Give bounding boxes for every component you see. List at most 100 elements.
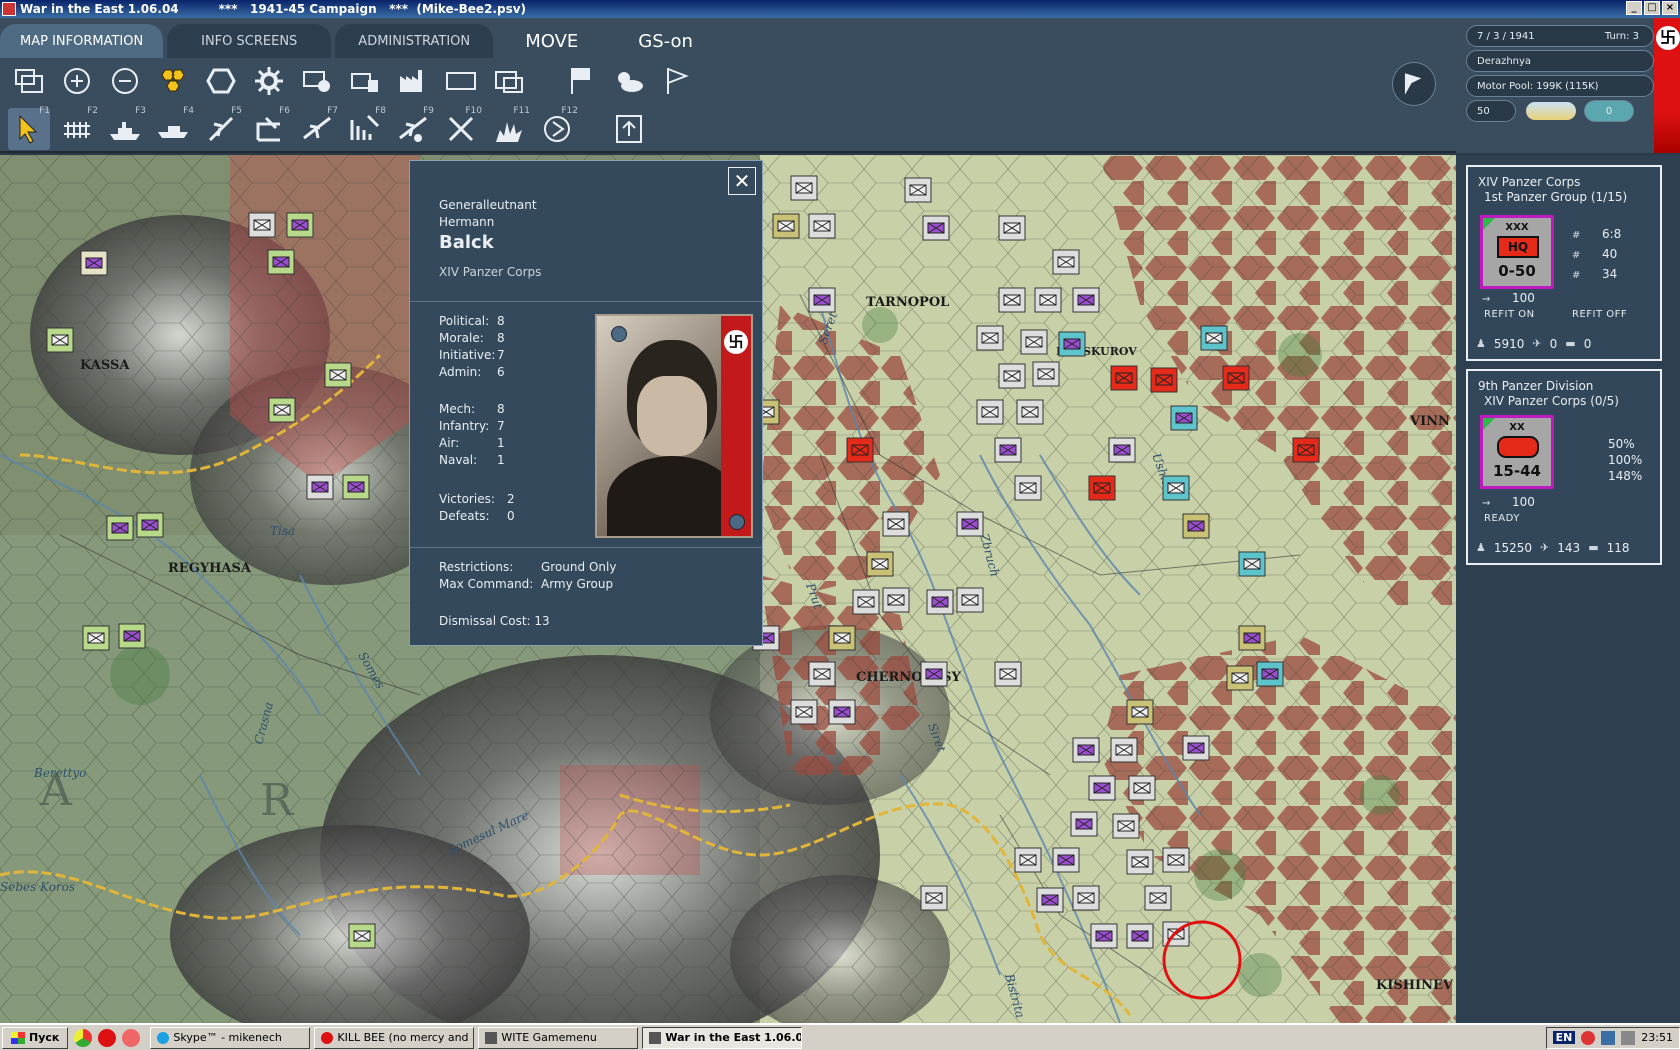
unit-counter[interactable] [882, 587, 910, 613]
unit-counter[interactable] [1238, 625, 1266, 651]
tray-icon-3[interactable] [1621, 1030, 1636, 1045]
unit-counter[interactable] [1126, 923, 1154, 949]
unit-counter[interactable] [306, 474, 334, 500]
unit-counter[interactable] [1162, 847, 1190, 873]
unit-counter[interactable] [828, 625, 856, 651]
task-kill-bee[interactable]: KILL BEE (no mercy and ... [314, 1026, 475, 1049]
supply-icon[interactable] [344, 60, 386, 102]
unit-counter[interactable] [1070, 811, 1098, 837]
unit-counter[interactable] [808, 213, 836, 239]
unit-counter[interactable] [926, 589, 954, 615]
unit-counter[interactable] [1052, 249, 1080, 275]
rail-icon[interactable]: F2 [56, 106, 98, 150]
factory-icon[interactable] [392, 60, 434, 102]
unit-counter[interactable] [1144, 885, 1172, 911]
unit-counter[interactable] [106, 515, 134, 541]
ready-button[interactable]: READY [1484, 513, 1520, 524]
unit-counter[interactable] [1016, 399, 1044, 425]
unit-counter[interactable] [82, 625, 110, 651]
task-skype[interactable]: Skype™ - mikenech [150, 1026, 311, 1049]
tray-icon-1[interactable] [1581, 1030, 1596, 1045]
unit-counter[interactable] [1036, 887, 1064, 913]
language-indicator[interactable]: EN [1552, 1031, 1576, 1044]
unit-counter[interactable] [348, 923, 376, 949]
unit-counter[interactable] [1112, 813, 1140, 839]
unit-counter[interactable] [1088, 475, 1116, 501]
unit-counter[interactable] [1128, 775, 1156, 801]
windows-icon[interactable] [8, 60, 50, 102]
unit-counter[interactable] [1226, 665, 1254, 691]
unit-counter[interactable] [324, 362, 352, 388]
unit-counter[interactable] [998, 363, 1026, 389]
unit-counter[interactable] [1088, 775, 1116, 801]
unit-counter[interactable] [1108, 437, 1136, 463]
air-drop-icon[interactable]: F9 [392, 106, 434, 150]
unit-counter[interactable] [1256, 661, 1284, 687]
chrome-icon[interactable] [74, 1028, 93, 1047]
upload-icon[interactable] [608, 108, 650, 150]
side-flag-button[interactable] [1392, 62, 1436, 106]
weather-icon[interactable] [608, 60, 650, 102]
unit-counter[interactable] [828, 699, 856, 725]
unit-counter[interactable] [1150, 367, 1178, 393]
unit-counter[interactable] [268, 397, 296, 423]
close-dialog-button[interactable]: ✕ [728, 167, 756, 195]
unit-counter[interactable] [248, 212, 276, 238]
unit-icon[interactable] [296, 60, 338, 102]
opera-icon[interactable] [98, 1028, 117, 1047]
unit-counter[interactable] [998, 287, 1026, 313]
unit-counter[interactable] [790, 699, 818, 725]
unit-counter[interactable] [976, 399, 1004, 425]
unit-counter[interactable] [998, 215, 1026, 241]
unit-counter[interactable] [1182, 735, 1210, 761]
unit-counter[interactable] [1014, 847, 1042, 873]
unit-counter[interactable] [846, 437, 874, 463]
unit-counter[interactable] [956, 511, 984, 537]
tab-move[interactable]: MOVE [497, 24, 606, 58]
pennant-icon[interactable] [656, 60, 698, 102]
zoc-icon[interactable] [200, 60, 242, 102]
unit-counter[interactable] [1090, 923, 1118, 949]
start-button[interactable]: Пуск [2, 1026, 69, 1049]
unit-counter[interactable] [1072, 287, 1100, 313]
unit-counter[interactable] [136, 512, 164, 538]
unit-counter[interactable] [994, 661, 1022, 687]
hex-icon[interactable] [152, 60, 194, 102]
unit-counter[interactable] [920, 885, 948, 911]
unit-counter[interactable] [1034, 287, 1062, 313]
unit-counter[interactable] [1072, 885, 1100, 911]
unit-counter[interactable] [1182, 513, 1210, 539]
unit-counter[interactable] [1072, 737, 1100, 763]
unit-counter[interactable]: XXX HQ 0-50 [1480, 215, 1554, 289]
explosion-icon[interactable]: F11 [488, 106, 530, 150]
minimize-button[interactable]: _ [1626, 1, 1642, 15]
tab-gs-on[interactable]: GS-on [610, 24, 721, 58]
unit-card-division[interactable]: 9th Panzer Division XIV Panzer Corps (0/… [1466, 369, 1662, 565]
close-window-button[interactable]: × [1662, 1, 1678, 15]
unit-counter[interactable] [1126, 699, 1154, 725]
unit-counter[interactable] [286, 212, 314, 238]
maximize-button[interactable]: □ [1644, 1, 1660, 15]
unit-counter[interactable] [772, 213, 800, 239]
air-transfer-icon[interactable]: F6 [248, 106, 290, 150]
unit-counter[interactable] [1014, 475, 1042, 501]
tab-map-information[interactable]: MAP INFORMATION [0, 24, 164, 58]
tab-administration[interactable]: ADMINISTRATION [335, 24, 494, 58]
unit-counter[interactable] [1032, 361, 1060, 387]
unit-counter[interactable] [1126, 849, 1154, 875]
unit-counter[interactable] [1162, 475, 1190, 501]
unit-counter[interactable] [267, 249, 295, 275]
unit-counter[interactable] [342, 474, 370, 500]
unit-counter[interactable] [904, 177, 932, 203]
app-quicklaunch-icon[interactable] [122, 1028, 141, 1047]
unit-counter[interactable] [790, 175, 818, 201]
cursor-icon[interactable]: F1 [8, 106, 50, 150]
unit-counter[interactable] [922, 215, 950, 241]
unit-counter[interactable] [882, 511, 910, 537]
unit-counter[interactable] [1020, 329, 1048, 355]
task-wite-gamemenu[interactable]: WITE Gamemenu [478, 1026, 639, 1049]
ship-icon[interactable]: F4 [152, 106, 194, 150]
unit-counter[interactable] [1238, 551, 1266, 577]
unit-counter[interactable] [1170, 405, 1198, 431]
unit-counter[interactable] [920, 661, 948, 687]
